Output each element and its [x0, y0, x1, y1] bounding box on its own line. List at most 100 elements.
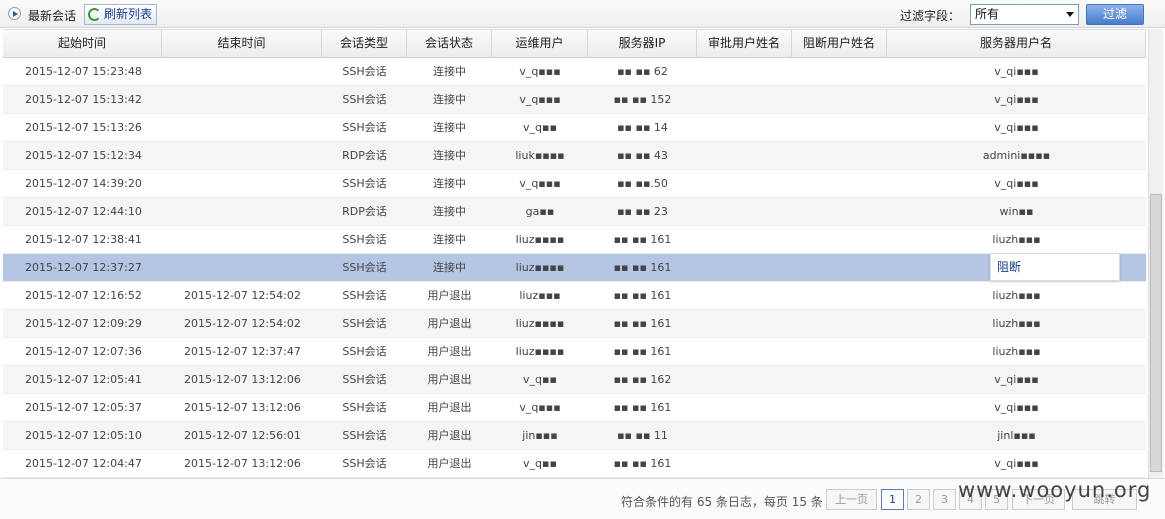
vertical-scrollbar[interactable] — [1148, 29, 1163, 478]
cell-end-time — [162, 114, 322, 141]
block-label: 阻断 — [997, 260, 1022, 274]
table-row[interactable]: 2015-12-07 15:13:42 SSH会话 连接中 v_q▪▪▪ ▪▪ ▪▪ 1… — [3, 86, 1146, 114]
cell-ops-user: v_q▪▪ — [523, 121, 557, 134]
cell-end-time — [162, 58, 322, 85]
cell-server-ip: ▪▪ ▪▪ 161 — [613, 317, 672, 330]
cell-start-time: 2015-12-07 12:44:10 — [25, 205, 142, 218]
cell-session-type: SSH会话 — [342, 289, 387, 302]
column-header-server-ip[interactable]: 服务器IP — [588, 30, 697, 57]
column-header-ops-user[interactable]: 运维用户 — [492, 30, 588, 57]
table-row[interactable]: 2015-12-07 12:04:47 2015-12-07 13:12:06 SS… — [3, 450, 1146, 478]
record-summary: 符合条件的有 65 条日志，每页 15 条 — [621, 495, 823, 509]
column-header-end-time[interactable]: 结束时间 — [162, 30, 322, 57]
cell-ops-user: v_q▪▪ — [523, 373, 557, 386]
filter-selected-value: 所有 — [975, 7, 1000, 21]
table-row[interactable]: 2015-12-07 12:44:10 RDP会话 连接中 ga▪▪ ▪▪ ▪▪ 23 w… — [3, 198, 1146, 226]
cell-ops-user: v_q▪▪▪ — [519, 65, 561, 78]
cell-session-status: 连接中 — [433, 149, 466, 162]
cell-end-time: 2015-12-07 12:54:02 — [184, 289, 301, 302]
filter-button[interactable]: 过滤 — [1086, 4, 1144, 25]
cell-end-time: 2015-12-07 12:56:01 — [184, 429, 301, 442]
cell-session-type: SSH会话 — [342, 429, 387, 442]
cell-blocker — [792, 422, 887, 449]
table-row[interactable]: 2015-12-07 12:05:10 2015-12-07 12:56:01 SS… — [3, 422, 1146, 450]
cell-server-ip: ▪▪ ▪▪ 161 — [613, 289, 672, 302]
table-row[interactable]: 2015-12-07 15:13:26 SSH会话 连接中 v_q▪▪ ▪▪ ▪▪ 14… — [3, 114, 1146, 142]
expand-icon[interactable] — [8, 7, 21, 20]
table-row[interactable]: 2015-12-07 12:09:29 2015-12-07 12:54:02 SS… — [3, 310, 1146, 338]
cell-session-status: 用户退出 — [427, 429, 472, 442]
cell-session-type: SSH会话 — [342, 177, 387, 190]
scrollbar-thumb[interactable] — [1150, 194, 1162, 472]
cell-blocker — [792, 450, 887, 477]
cell-approver — [697, 338, 792, 365]
column-header-server-user[interactable]: 服务器用户名 — [887, 30, 1146, 57]
cell-start-time: 2015-12-07 14:39:20 — [25, 177, 142, 190]
cell-blocker — [792, 114, 887, 141]
cell-approver — [697, 450, 792, 477]
page-button-1[interactable]: 1 — [881, 489, 904, 510]
table-row[interactable]: 2015-12-07 12:07:36 2015-12-07 12:37:47 SS… — [3, 338, 1146, 366]
cell-server-user: liuzh▪▪▪ — [992, 345, 1041, 358]
filter-field-label: 过滤字段： — [900, 9, 961, 23]
cell-end-time — [162, 254, 322, 281]
cell-blocker — [792, 366, 887, 393]
column-header-start-time[interactable]: 起始时间 — [3, 30, 162, 57]
table-row[interactable]: 2015-12-07 12:38:41 SSH会话 连接中 liuz▪▪▪▪ ▪▪ ▪▪… — [3, 226, 1146, 254]
cell-server-user: liuzh▪▪▪ — [992, 233, 1041, 246]
cell-session-type: SSH会话 — [342, 401, 387, 414]
cell-session-type: SSH会话 — [342, 261, 387, 274]
page-button-2[interactable]: 2 — [907, 489, 930, 510]
cell-blocker — [792, 226, 887, 253]
table-row[interactable]: 2015-12-07 15:12:34 RDP会话 连接中 liuk▪▪▪▪ ▪▪ ▪▪… — [3, 142, 1146, 170]
cell-start-time: 2015-12-07 12:05:41 — [25, 373, 142, 386]
cell-session-status: 连接中 — [433, 233, 466, 246]
cell-approver — [697, 142, 792, 169]
cell-server-user: v_qi▪▪▪ — [994, 121, 1039, 134]
cell-approver — [697, 366, 792, 393]
prev-page-button[interactable]: 上一页 — [826, 489, 877, 510]
cell-ops-user: ga▪▪ — [525, 205, 555, 218]
cell-start-time: 2015-12-07 12:38:41 — [25, 233, 142, 246]
cell-end-time — [162, 226, 322, 253]
table-row[interactable]: 2015-12-07 12:05:41 2015-12-07 13:12:06 SS… — [3, 366, 1146, 394]
cell-server-ip: ▪▪ ▪▪ 62 — [617, 65, 668, 78]
cell-blocker — [792, 170, 887, 197]
table-row[interactable]: 2015-12-07 12:37:27 SSH会话 连接中 liuz▪▪▪▪ ▪▪ ▪▪… — [3, 254, 1146, 282]
cell-start-time: 2015-12-07 12:04:47 — [25, 457, 142, 470]
cell-server-ip: ▪▪ ▪▪ 162 — [613, 373, 672, 386]
cell-session-status: 连接中 — [433, 261, 466, 274]
table-row[interactable]: 2015-12-07 15:23:48 SSH会话 连接中 v_q▪▪▪ ▪▪ ▪▪ 6… — [3, 58, 1146, 86]
cell-end-time: 2015-12-07 13:12:06 — [184, 457, 301, 470]
cell-server-ip: ▪▪ ▪▪ 161 — [613, 345, 672, 358]
cell-ops-user: v_q▪▪▪ — [519, 177, 561, 190]
page-button-3[interactable]: 3 — [933, 489, 956, 510]
table-row[interactable]: 2015-12-07 12:16:52 2015-12-07 12:54:02 SS… — [3, 282, 1146, 310]
toolbar: 最新会话 刷新列表 过滤字段： 所有 过滤 — [0, 0, 1165, 28]
column-header-approver[interactable]: 审批用户姓名 — [697, 30, 792, 57]
cell-server-user: liuzh▪▪▪ — [992, 317, 1041, 330]
cell-start-time: 2015-12-07 12:37:27 — [25, 261, 142, 274]
cell-approver — [697, 422, 792, 449]
cell-server-user: v_qi▪▪▪ — [994, 457, 1039, 470]
cell-ops-user: liuz▪▪▪ — [519, 289, 561, 302]
cell-start-time: 2015-12-07 15:13:42 — [25, 93, 142, 106]
cell-end-time — [162, 142, 322, 169]
filter-field-select[interactable]: 所有 — [970, 4, 1079, 25]
block-session-popup[interactable]: 阻断 — [990, 253, 1120, 281]
cell-server-user: v_qi▪▪▪ — [994, 177, 1039, 190]
table-row[interactable]: 2015-12-07 14:39:20 SSH会话 连接中 v_q▪▪▪ ▪▪ ▪▪.5… — [3, 170, 1146, 198]
table-row[interactable]: 2015-12-07 12:05:37 2015-12-07 13:12:06 SS… — [3, 394, 1146, 422]
cell-blocker — [792, 198, 887, 225]
cell-server-ip: ▪▪ ▪▪.50 — [617, 177, 668, 190]
column-header-session-status[interactable]: 会话状态 — [407, 30, 492, 57]
cell-start-time: 2015-12-07 15:13:26 — [25, 121, 142, 134]
refresh-list-button[interactable]: 刷新列表 — [84, 4, 158, 25]
cell-approver — [697, 226, 792, 253]
cell-approver — [697, 394, 792, 421]
cell-session-status: 连接中 — [433, 93, 466, 106]
column-header-blocker[interactable]: 阻断用户姓名 — [792, 30, 887, 57]
cell-server-user: admini▪▪▪▪ — [982, 149, 1051, 162]
column-header-session-type[interactable]: 会话类型 — [322, 30, 407, 57]
cell-session-status: 用户退出 — [427, 373, 472, 386]
